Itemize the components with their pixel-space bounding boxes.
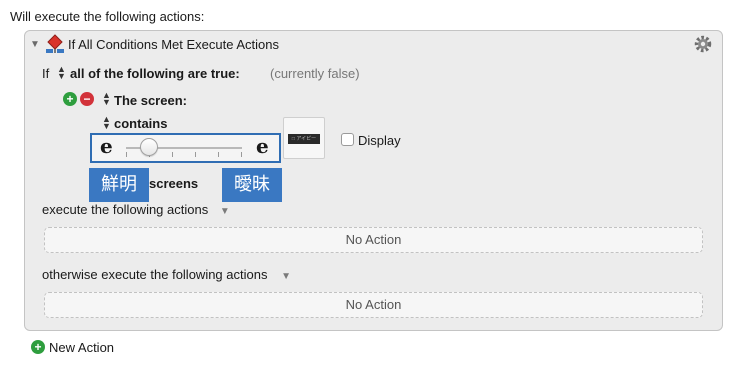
- condition-type-select[interactable]: The screen:: [114, 93, 187, 108]
- triangle-down-icon[interactable]: ▼: [281, 271, 291, 282]
- slider-tick: [241, 152, 242, 157]
- display-checkbox[interactable]: [341, 133, 354, 146]
- operator-select[interactable]: contains: [114, 116, 167, 131]
- remove-condition-button[interactable]: −: [80, 92, 94, 106]
- updown-arrows-icon[interactable]: ▲ ▼: [102, 115, 111, 131]
- slider-tick: [218, 152, 219, 157]
- if-label: If: [42, 66, 50, 81]
- callout-precise: 鮮明: [89, 168, 149, 202]
- condition-status: (currently false): [270, 66, 360, 81]
- if-then-icon: [46, 34, 64, 53]
- actions-header: Will execute the following actions:: [10, 9, 205, 24]
- collapse-triangle-icon[interactable]: ▼: [30, 39, 40, 50]
- else-section-label[interactable]: otherwise execute the following actions …: [42, 267, 291, 282]
- display-checkbox-label[interactable]: Display: [358, 133, 401, 148]
- condition-mode-select[interactable]: all of the following are true:: [70, 66, 240, 81]
- else-action-slot[interactable]: No Action: [44, 292, 703, 318]
- else-section-text: otherwise execute the following actions: [42, 267, 268, 282]
- precise-glyph: e: [100, 134, 113, 158]
- slider-tick: [172, 152, 173, 157]
- triangle-down-icon[interactable]: ▼: [220, 206, 230, 217]
- slider-tick: [126, 152, 127, 157]
- updown-arrows-icon[interactable]: ▲ ▼: [102, 91, 111, 107]
- new-action-button[interactable]: New Action: [49, 340, 114, 355]
- add-icon[interactable]: +: [31, 340, 45, 354]
- action-title: If All Conditions Met Execute Actions: [68, 37, 279, 52]
- callout-fuzzy: 曖昧: [222, 168, 282, 202]
- image-thumbnail: □ アイピー: [288, 134, 320, 144]
- then-action-slot[interactable]: No Action: [44, 227, 703, 253]
- screens-label[interactable]: screens: [149, 176, 198, 191]
- fuzzy-glyph: e: [256, 134, 269, 158]
- slider-tick: [195, 152, 196, 157]
- then-section-label[interactable]: execute the following actions ▼: [42, 202, 230, 217]
- updown-arrows-icon[interactable]: ▲ ▼: [57, 65, 66, 81]
- then-section-text: execute the following actions: [42, 202, 209, 217]
- add-condition-button[interactable]: +: [63, 92, 77, 106]
- gear-icon[interactable]: [693, 34, 713, 54]
